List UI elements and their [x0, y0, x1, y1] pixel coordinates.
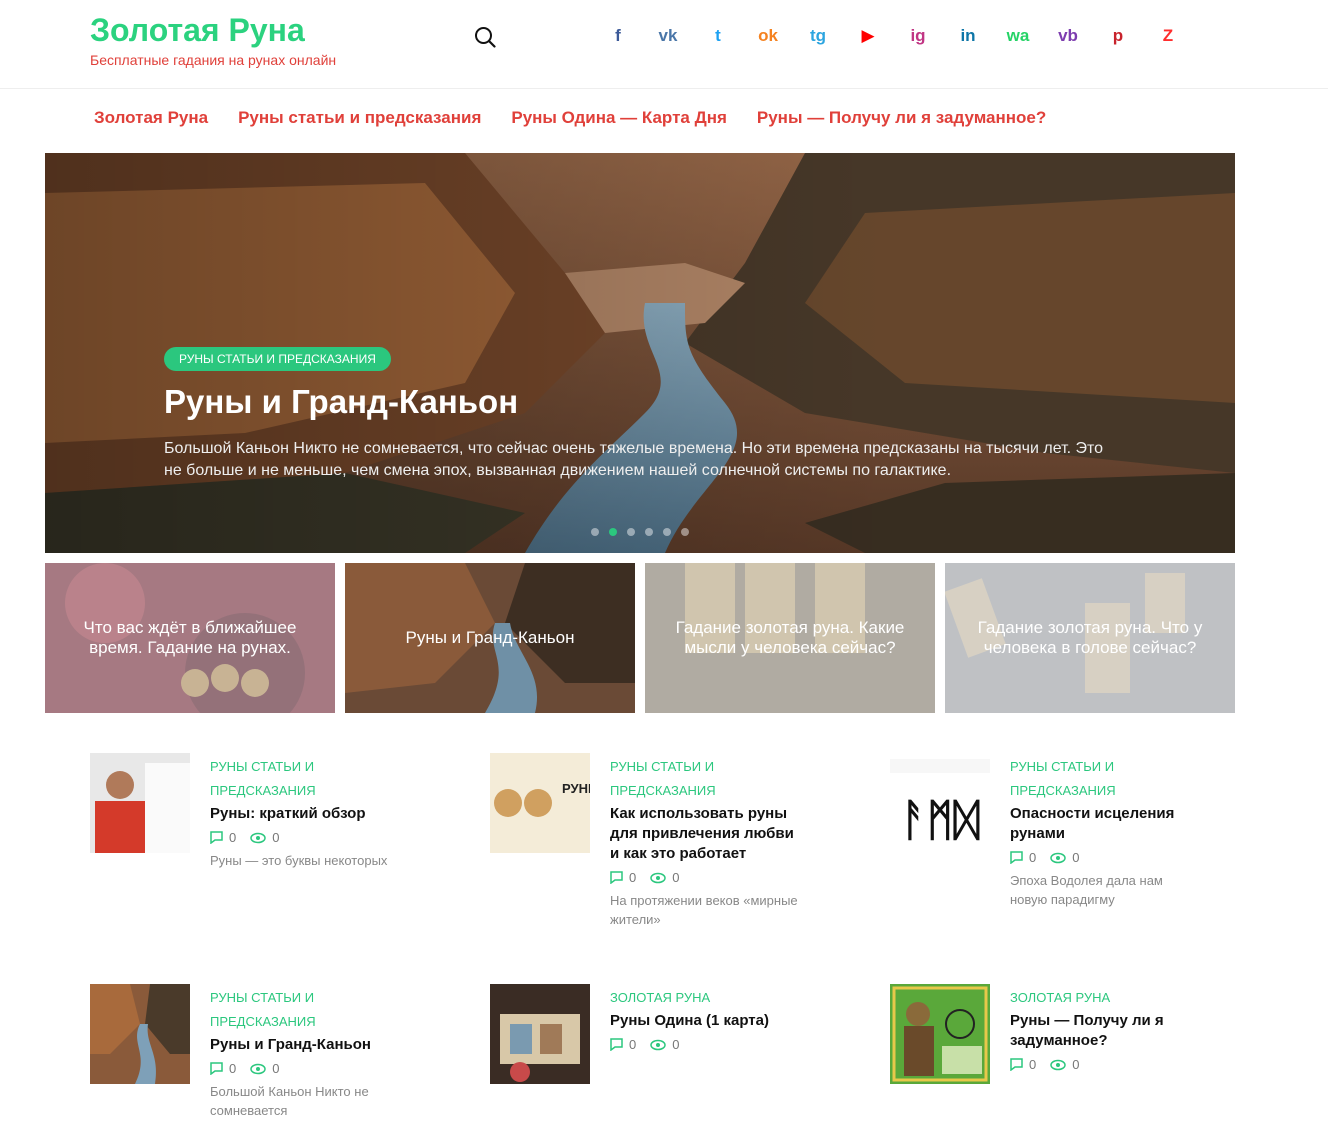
thumbnail-text: РУНЫ: [562, 781, 590, 796]
eye-icon: [1050, 852, 1066, 864]
featured-card-title: Руны и Гранд-Каньон: [405, 628, 575, 647]
post-thumbnail[interactable]: [490, 984, 590, 1084]
post-thumbnail[interactable]: [90, 753, 190, 853]
post-excerpt: Руны — это буквы некоторых: [210, 853, 388, 868]
post-title[interactable]: Руны Одина (1 карта): [610, 1011, 800, 1031]
nav-item-card-of-day[interactable]: Руны Одина — Карта Дня: [511, 108, 727, 128]
post-category[interactable]: Руны статьи и предсказания: [210, 755, 400, 803]
post-category[interactable]: Руны статьи и предсказания: [1010, 755, 1200, 803]
slider-dot[interactable]: [645, 528, 653, 536]
slider-dot[interactable]: [609, 528, 617, 536]
viber-icon[interactable]: vb: [1056, 22, 1080, 50]
eye-icon: [650, 872, 666, 884]
site-title[interactable]: Золотая Руна: [90, 12, 305, 49]
post-meta: 0 0: [610, 1037, 800, 1052]
post-meta: 0 0: [1010, 850, 1200, 865]
nav-item-articles[interactable]: Руны статьи и предсказания: [238, 108, 481, 128]
post-category[interactable]: Золотая Руна: [1010, 986, 1200, 1010]
featured-card[interactable]: Что вас ждёт в ближайшее время. Гадание …: [45, 563, 335, 713]
nav-item-home[interactable]: Золотая Руна: [94, 108, 208, 128]
search-icon[interactable]: [474, 26, 496, 48]
odnoklassniki-icon[interactable]: ok: [756, 22, 780, 50]
featured-card[interactable]: Гадание золотая руна. Какие мысли у чело…: [645, 563, 935, 713]
eye-icon: [650, 1039, 666, 1051]
comment-icon: [210, 831, 223, 844]
vk-icon[interactable]: vk: [656, 22, 680, 50]
view-count: 0: [1072, 850, 1080, 865]
slider-dot[interactable]: [681, 528, 689, 536]
post-meta: 0 0: [210, 830, 400, 845]
post-excerpt: Эпоха Водолея дала нам новую парадигму: [1010, 873, 1163, 907]
comment-icon: [210, 1062, 223, 1075]
comment-icon: [1010, 851, 1023, 864]
post-thumbnail[interactable]: РУНЫ: [490, 753, 590, 853]
post-excerpt: Большой Каньон Никто не сомневается: [210, 1084, 369, 1118]
nav-item-wish[interactable]: Руны — Получу ли я задуманное?: [757, 108, 1046, 128]
view-count: 0: [672, 870, 680, 885]
comment-icon: [610, 1038, 623, 1051]
slider-dot[interactable]: [591, 528, 599, 536]
site-subtitle: Бесплатные гадания на рунах онлайн: [90, 52, 337, 68]
view-count: 0: [272, 830, 280, 845]
whatsapp-icon[interactable]: wa: [1006, 22, 1030, 50]
featured-card-title: Гадание золотая руна. Какие мысли у чело…: [675, 618, 905, 657]
post-excerpt: На протяжении веков «мирные жители»: [610, 893, 798, 927]
hero-category-badge[interactable]: Руны статьи и предсказания: [164, 347, 391, 371]
telegram-icon[interactable]: tg: [806, 22, 830, 50]
post-thumbnail[interactable]: [90, 984, 190, 1084]
hero-excerpt: Большой Каньон Никто не сомневается, что…: [164, 440, 1104, 479]
comment-count: 0: [229, 1061, 237, 1076]
twitter-icon[interactable]: t: [706, 22, 730, 50]
view-count: 0: [672, 1037, 680, 1052]
main-nav: Золотая Руна Руны статьи и предсказания …: [94, 108, 1046, 128]
featured-cards: Что вас ждёт в ближайшее время. Гадание …: [45, 563, 1235, 713]
post-title[interactable]: Руны: краткий обзор: [210, 804, 400, 824]
thumbnail-runes: ᚨᛗᛞ: [900, 795, 980, 846]
featured-card-title: Что вас ждёт в ближайшее время. Гадание …: [83, 618, 297, 657]
instagram-icon[interactable]: ig: [906, 22, 930, 50]
featured-card[interactable]: Руны и Гранд-Каньон: [345, 563, 635, 713]
comment-icon: [610, 871, 623, 884]
post-thumbnail[interactable]: [890, 984, 990, 1084]
comment-count: 0: [229, 830, 237, 845]
view-count: 0: [272, 1061, 280, 1076]
youtube-icon[interactable]: ▶: [856, 22, 880, 50]
comment-icon: [1010, 1058, 1023, 1071]
site-header: Золотая Руна Бесплатные гадания на рунах…: [0, 0, 1328, 89]
featured-card[interactable]: Гадание золотая руна. Что у человека в г…: [945, 563, 1235, 713]
comment-count: 0: [629, 1037, 637, 1052]
linkedin-icon[interactable]: in: [956, 22, 980, 50]
post-thumbnail[interactable]: ᚨᛗᛞ: [890, 753, 990, 853]
comment-count: 0: [629, 870, 637, 885]
zen-icon[interactable]: Z: [1156, 22, 1180, 50]
eye-icon: [250, 832, 266, 844]
slider-dot[interactable]: [663, 528, 671, 536]
facebook-icon[interactable]: f: [606, 22, 630, 50]
social-links: f vk t ok tg ▶ ig in wa vb p Z: [606, 22, 1180, 50]
hero-slider[interactable]: Руны статьи и предсказания Руны и Гранд-…: [45, 153, 1235, 553]
post-meta: 0 0: [610, 870, 800, 885]
post-title[interactable]: Руны и Гранд-Каньон: [210, 1035, 400, 1055]
post-title[interactable]: Опасности исцеления рунами: [1010, 804, 1200, 844]
pinterest-icon[interactable]: p: [1106, 22, 1130, 50]
featured-card-title: Гадание золотая руна. Что у человека в г…: [977, 618, 1203, 657]
eye-icon: [1050, 1059, 1066, 1071]
comment-count: 0: [1029, 1057, 1037, 1072]
slider-dots: [591, 528, 689, 536]
slider-dot[interactable]: [627, 528, 635, 536]
post-title[interactable]: Руны — Получу ли я задуманное?: [1010, 1011, 1200, 1051]
post-title[interactable]: Как использовать руны для привлечения лю…: [610, 804, 800, 864]
post-category[interactable]: Руны статьи и предсказания: [610, 755, 800, 803]
comment-count: 0: [1029, 850, 1037, 865]
eye-icon: [250, 1063, 266, 1075]
post-meta: 0 0: [210, 1061, 400, 1076]
view-count: 0: [1072, 1057, 1080, 1072]
post-category[interactable]: Золотая Руна: [610, 986, 800, 1010]
hero-title[interactable]: Руны и Гранд-Каньон: [164, 383, 518, 421]
post-category[interactable]: Руны статьи и предсказания: [210, 986, 400, 1034]
post-meta: 0 0: [1010, 1057, 1200, 1072]
